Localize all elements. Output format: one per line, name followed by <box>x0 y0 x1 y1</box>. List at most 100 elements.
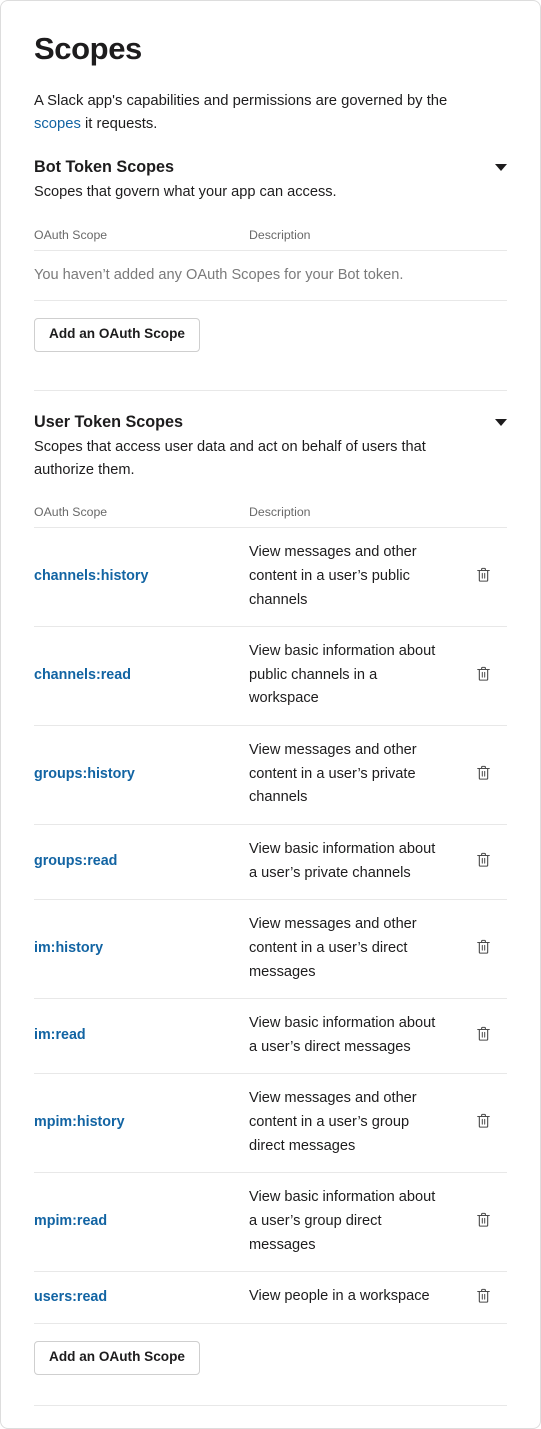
section-divider <box>34 389 507 391</box>
trash-icon <box>475 764 492 785</box>
scope-link[interactable]: groups:read <box>34 853 117 869</box>
trash-icon <box>475 1211 492 1232</box>
scope-cell: mpim:history <box>34 1112 249 1133</box>
scope-link[interactable]: mpim:history <box>34 1114 125 1130</box>
delete-scope-button[interactable] <box>459 764 507 785</box>
user-token-scopes-subtitle: Scopes that access user data and act on … <box>34 439 426 478</box>
actions-cell <box>459 1112 507 1133</box>
intro-text-before: A Slack app's capabilities and permissio… <box>34 93 448 110</box>
actions-cell <box>459 665 507 686</box>
description-cell: View basic information about a user’s gr… <box>249 1186 459 1257</box>
scope-description: View messages and other content in a use… <box>249 916 417 980</box>
delete-scope-button[interactable] <box>459 1287 507 1308</box>
table-header-row: OAuth Scope Description <box>34 505 507 529</box>
column-header-scope: OAuth Scope <box>34 227 108 242</box>
actions-cell <box>459 764 507 785</box>
bot-scopes-empty-message: You haven’t added any OAuth Scopes for y… <box>34 251 507 301</box>
trash-icon <box>475 665 492 686</box>
trash-icon <box>475 851 492 872</box>
page-title: Scopes <box>34 31 142 66</box>
table-row: groups:read View basic information about … <box>34 825 507 901</box>
user-token-scopes-header[interactable]: User Token Scopes <box>34 412 507 432</box>
scope-link[interactable]: channels:history <box>34 568 148 584</box>
description-cell: View messages and other content in a use… <box>249 913 459 984</box>
delete-scope-button[interactable] <box>459 1211 507 1232</box>
table-row: mpim:history View messages and other cont… <box>34 1074 507 1174</box>
user-token-scopes-table: OAuth Scope Description channels:history… <box>34 505 507 1325</box>
scope-cell: channels:history <box>34 566 249 587</box>
add-oauth-scope-button-user[interactable]: Add an OAuth Scope <box>34 1341 200 1376</box>
table-header-row: OAuth Scope Description <box>34 228 507 251</box>
chevron-down-icon[interactable] <box>495 418 507 426</box>
scope-cell: mpim:read <box>34 1211 249 1232</box>
delete-scope-button[interactable] <box>459 1112 507 1133</box>
bot-add-scope-button-wrap: Add an OAuth Scope <box>34 301 507 352</box>
bot-token-scopes-subtitle: Scopes that govern what your app can acc… <box>34 184 337 201</box>
scope-description: View basic information about a user’s di… <box>249 1015 436 1055</box>
scopes-card: Scopes A Slack app's capabilities and pe… <box>0 0 541 1429</box>
actions-cell <box>459 938 507 959</box>
scope-link[interactable]: mpim:read <box>34 1213 107 1229</box>
actions-cell <box>459 1025 507 1046</box>
trash-icon <box>475 566 492 587</box>
description-cell: View basic information about a user’s di… <box>249 1012 459 1059</box>
trash-icon <box>475 1287 492 1308</box>
scope-link[interactable]: groups:history <box>34 766 135 782</box>
chevron-down-icon[interactable] <box>495 163 507 171</box>
scope-description: View basic information about a user’s pr… <box>249 840 436 881</box>
add-oauth-scope-button-bot[interactable]: Add an OAuth Scope <box>34 317 200 352</box>
trash-icon <box>475 1112 492 1133</box>
delete-scope-button[interactable] <box>459 1025 507 1046</box>
delete-scope-button[interactable] <box>459 938 507 959</box>
scope-description: View messages and other content in a use… <box>249 742 417 806</box>
delete-scope-button[interactable] <box>459 851 507 872</box>
scopes-link[interactable]: scopes <box>34 116 81 132</box>
table-row: im:read View basic information about a us… <box>34 999 507 1075</box>
scope-description: View people in a workspace <box>249 1288 430 1305</box>
intro-text-after: it requests. <box>80 116 158 133</box>
description-cell: View messages and other content in a use… <box>249 541 459 612</box>
actions-cell <box>459 1211 507 1232</box>
user-scope-rows: channels:history View messages and other … <box>34 528 507 1325</box>
delete-scope-button[interactable] <box>459 566 507 587</box>
bot-token-scopes-title: Bot Token Scopes <box>34 157 175 176</box>
footer-divider <box>34 1405 507 1407</box>
column-header-scope: OAuth Scope <box>34 505 108 520</box>
user-token-scopes-title: User Token Scopes <box>34 412 184 431</box>
scope-cell: im:read <box>34 1025 249 1046</box>
scope-link[interactable]: im:read <box>34 1027 86 1043</box>
scope-link[interactable]: users:read <box>34 1289 107 1305</box>
description-cell: View messages and other content in a use… <box>249 739 459 810</box>
scope-link[interactable]: im:history <box>34 940 103 956</box>
column-header-description: Description <box>249 227 311 242</box>
scope-description: View basic information about public chan… <box>249 643 436 707</box>
description-cell: View basic information about public chan… <box>249 640 459 711</box>
scope-cell: channels:read <box>34 665 249 686</box>
description-cell: View basic information about a user’s pr… <box>249 838 459 885</box>
table-row: channels:history View messages and other … <box>34 528 507 628</box>
scope-description: View messages and other content in a use… <box>249 544 417 608</box>
table-row: channels:read View basic information abou… <box>34 627 507 727</box>
trash-icon <box>475 1025 492 1046</box>
table-row: users:read View people in a workspace <box>34 1272 507 1325</box>
description-cell: View people in a workspace <box>249 1285 459 1309</box>
scope-cell: im:history <box>34 938 249 959</box>
scope-cell: groups:read <box>34 851 249 872</box>
table-row: im:history View messages and other conten… <box>34 900 507 1000</box>
bot-token-scopes-header[interactable]: Bot Token Scopes <box>34 157 507 177</box>
user-add-scope-button-wrap: Add an OAuth Scope <box>34 1324 507 1376</box>
scope-link[interactable]: channels:read <box>34 667 131 683</box>
table-row: groups:history View messages and other co… <box>34 726 507 825</box>
bot-token-scopes-table: OAuth Scope Description You haven’t adde… <box>34 228 507 301</box>
actions-cell <box>459 851 507 872</box>
scope-description: View basic information about a user’s gr… <box>249 1189 436 1253</box>
actions-cell <box>459 1287 507 1308</box>
table-row: mpim:read View basic information about a … <box>34 1173 507 1273</box>
delete-scope-button[interactable] <box>459 665 507 686</box>
scope-description: View messages and other content in a use… <box>249 1090 417 1154</box>
description-cell: View messages and other content in a use… <box>249 1087 459 1158</box>
column-header-description: Description <box>249 505 311 520</box>
trash-icon <box>475 938 492 959</box>
actions-cell <box>459 566 507 587</box>
intro-paragraph: A Slack app's capabilities and permissio… <box>34 90 479 136</box>
